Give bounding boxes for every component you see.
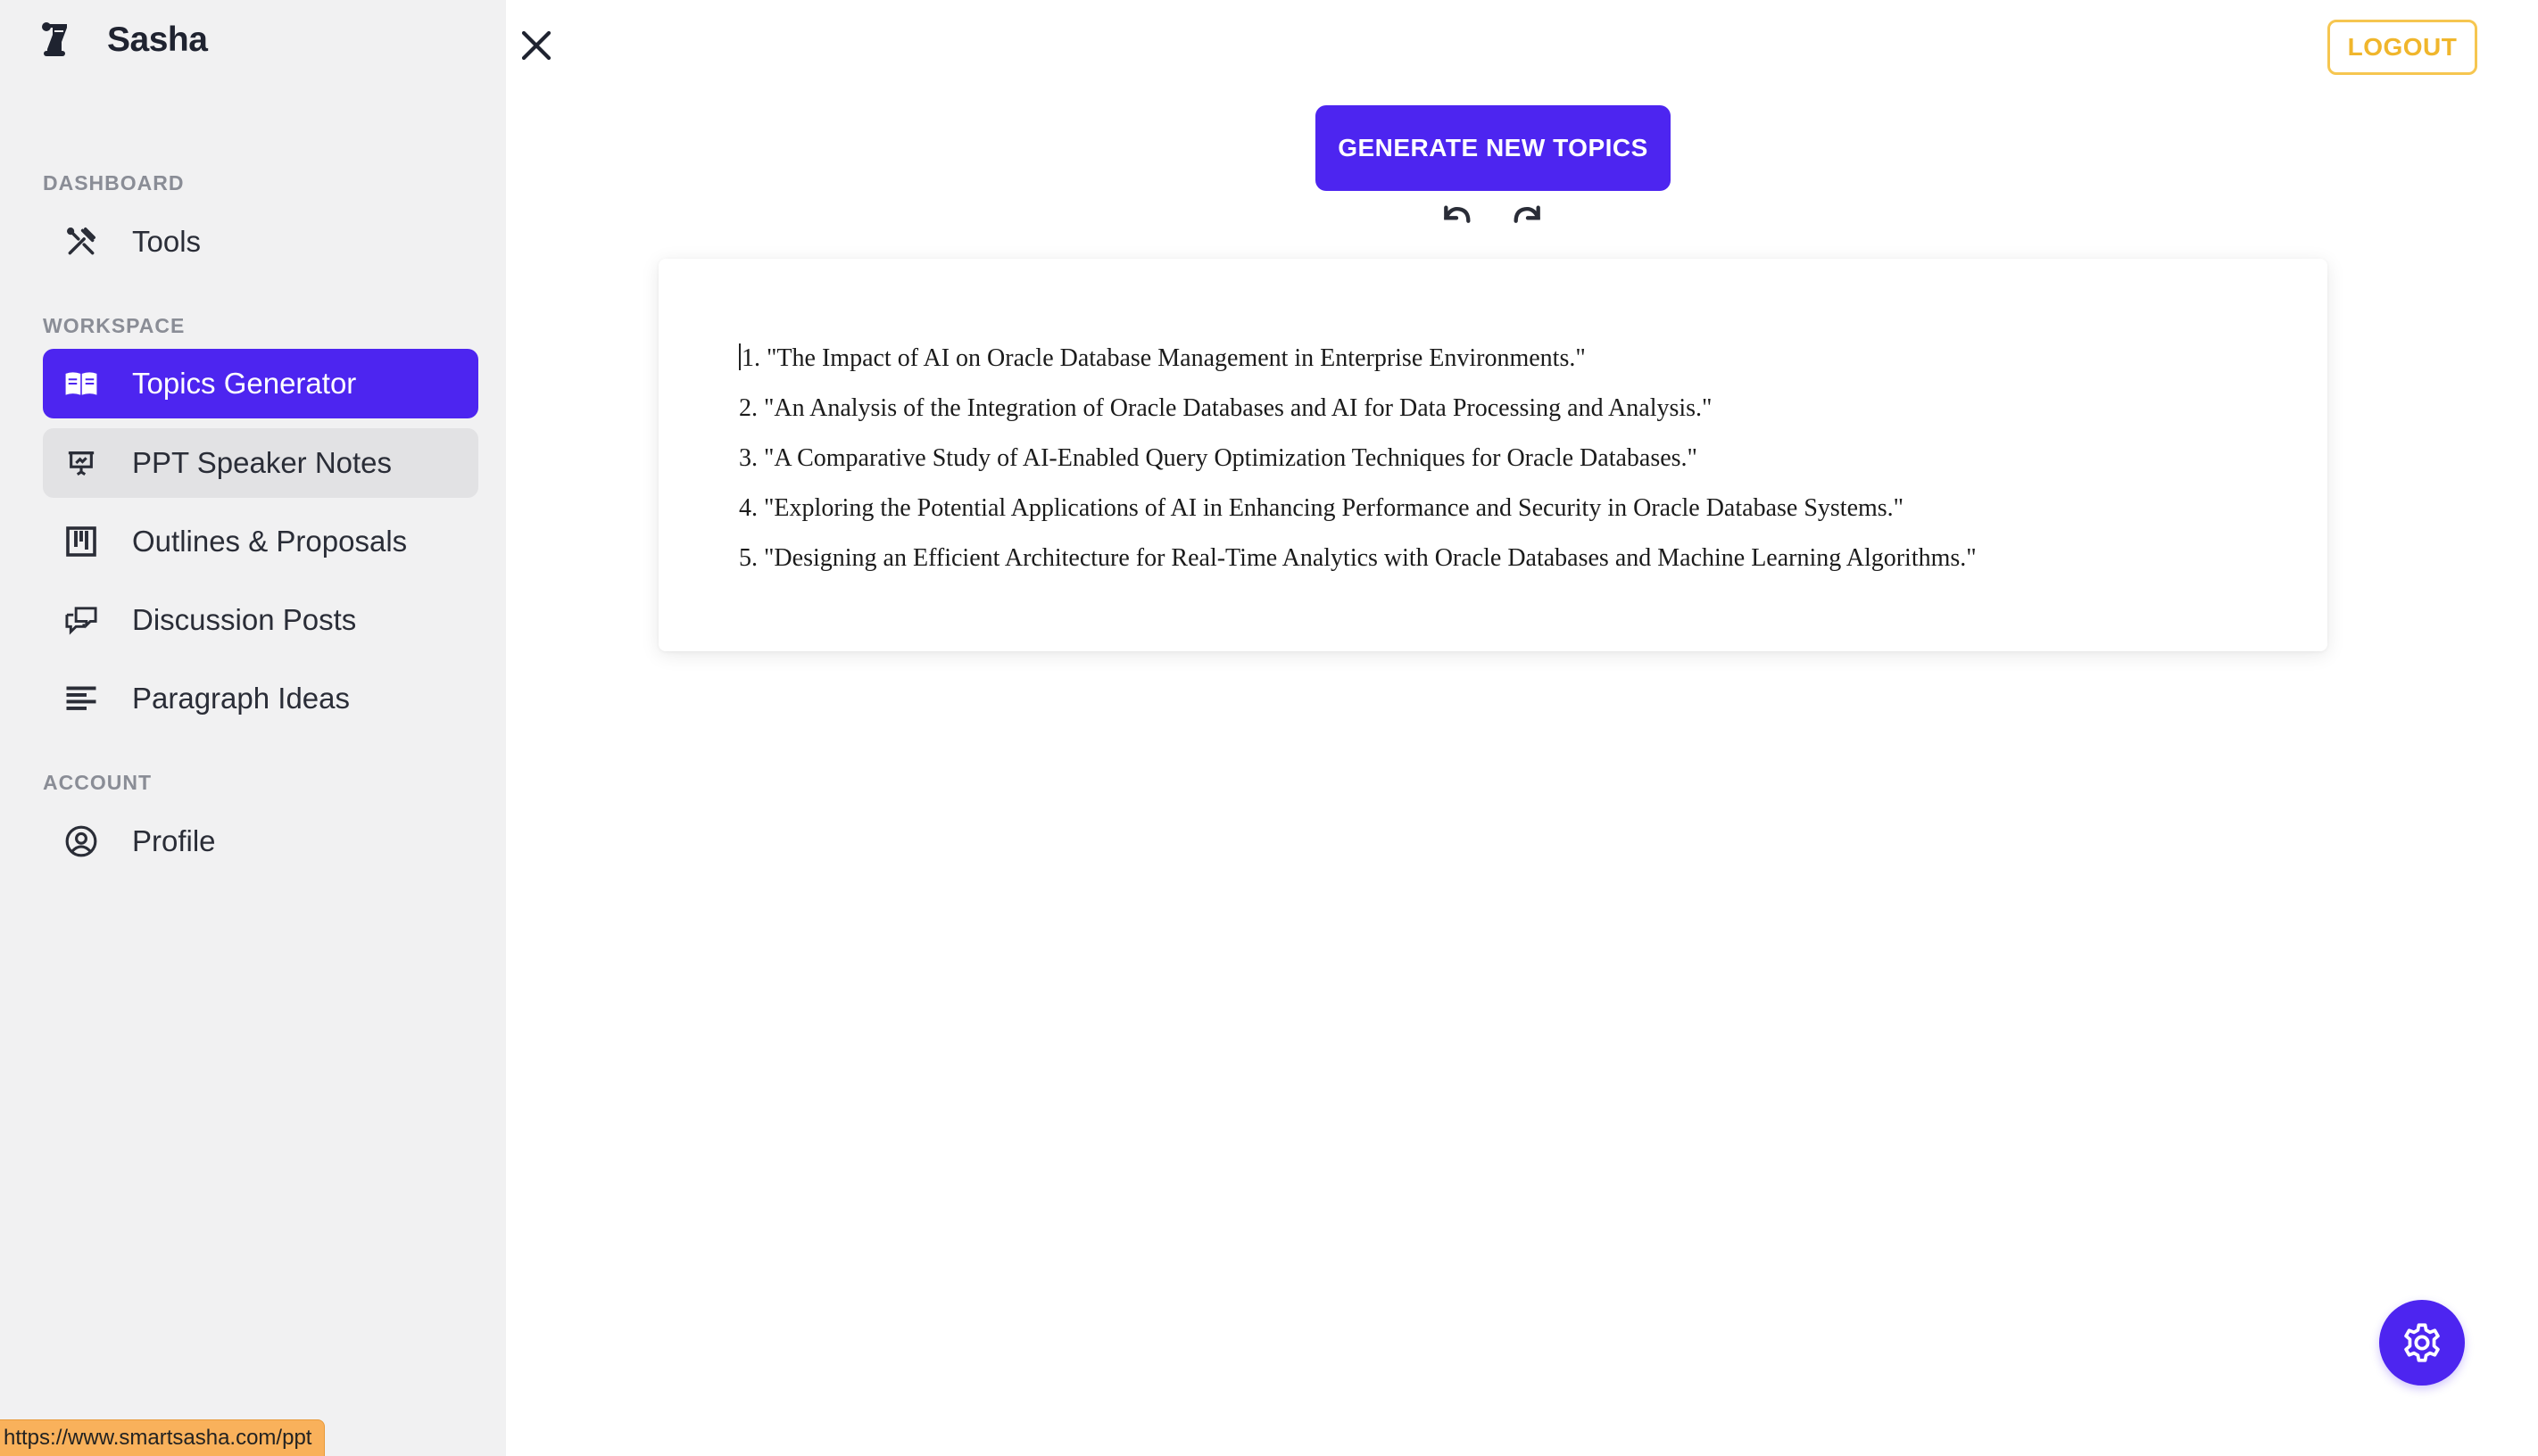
- undo-icon[interactable]: [1439, 202, 1474, 223]
- close-sidebar-button[interactable]: [518, 27, 555, 64]
- sidebar-item-profile[interactable]: Profile: [43, 807, 478, 876]
- kanban-columns-icon: [62, 523, 100, 560]
- presentation-icon: [62, 444, 100, 482]
- sidebar: Sasha DASHBOARD Tools WORKSPACE Topics G…: [0, 0, 506, 1456]
- sidebar-item-ppt-speaker-notes[interactable]: PPT Speaker Notes: [43, 428, 478, 498]
- brand-name: Sasha: [107, 21, 208, 59]
- text-caret: [739, 343, 741, 370]
- sidebar-item-label: Discussion Posts: [132, 603, 357, 636]
- sidebar-item-outlines-proposals[interactable]: Outlines & Proposals: [43, 507, 478, 576]
- generate-new-topics-button[interactable]: GENERATE NEW TOPICS: [1315, 105, 1671, 191]
- close-icon: [521, 30, 552, 61]
- topics-editor[interactable]: 1. "The Impact of AI on Oracle Database …: [659, 259, 2327, 651]
- sidebar-item-tools[interactable]: Tools: [43, 207, 478, 277]
- open-book-icon: [62, 365, 100, 402]
- sidebar-item-topics-generator[interactable]: Topics Generator: [43, 349, 478, 418]
- sidebar-item-label: Topics Generator: [132, 367, 357, 400]
- sidebar-item-label: PPT Speaker Notes: [132, 446, 393, 479]
- topic-item[interactable]: 4. "Exploring the Potential Applications…: [739, 484, 1977, 534]
- sidebar-item-discussion-posts[interactable]: Discussion Posts: [43, 585, 478, 655]
- logout-button[interactable]: LOGOUT: [2327, 20, 2477, 75]
- align-left-icon: [62, 680, 100, 717]
- gear-icon: [2404, 1323, 2440, 1362]
- sidebar-item-label: Profile: [132, 824, 216, 857]
- sidebar-item-label: Tools: [132, 225, 202, 258]
- topics-list: 1. "The Impact of AI on Oracle Database …: [739, 334, 1977, 583]
- topic-item[interactable]: 2. "An Analysis of the Integration of Or…: [739, 384, 1977, 434]
- user-circle-icon: [62, 823, 100, 860]
- sidebar-item-label: Outlines & Proposals: [132, 525, 408, 558]
- tools-icon: [62, 223, 100, 261]
- topic-item[interactable]: 5. "Designing an Efficient Architecture …: [739, 534, 1977, 583]
- topic-item[interactable]: 1. "The Impact of AI on Oracle Database …: [739, 334, 1977, 384]
- scroll-logo-icon: [36, 20, 77, 61]
- section-label-account: ACCOUNT: [43, 771, 152, 794]
- section-label-workspace: WORKSPACE: [43, 314, 186, 337]
- redo-icon[interactable]: [1510, 202, 1546, 223]
- settings-button[interactable]: [2379, 1300, 2465, 1386]
- status-bar-url: https://www.smartsasha.com/ppt: [0, 1419, 326, 1456]
- section-label-dashboard: DASHBOARD: [43, 171, 185, 194]
- sidebar-item-paragraph-ideas[interactable]: Paragraph Ideas: [43, 664, 478, 733]
- topic-item[interactable]: 3. "A Comparative Study of AI-Enabled Qu…: [739, 434, 1977, 484]
- sidebar-item-label: Paragraph Ideas: [132, 682, 351, 715]
- chat-bubbles-icon: [62, 601, 100, 639]
- brand[interactable]: Sasha: [36, 20, 208, 61]
